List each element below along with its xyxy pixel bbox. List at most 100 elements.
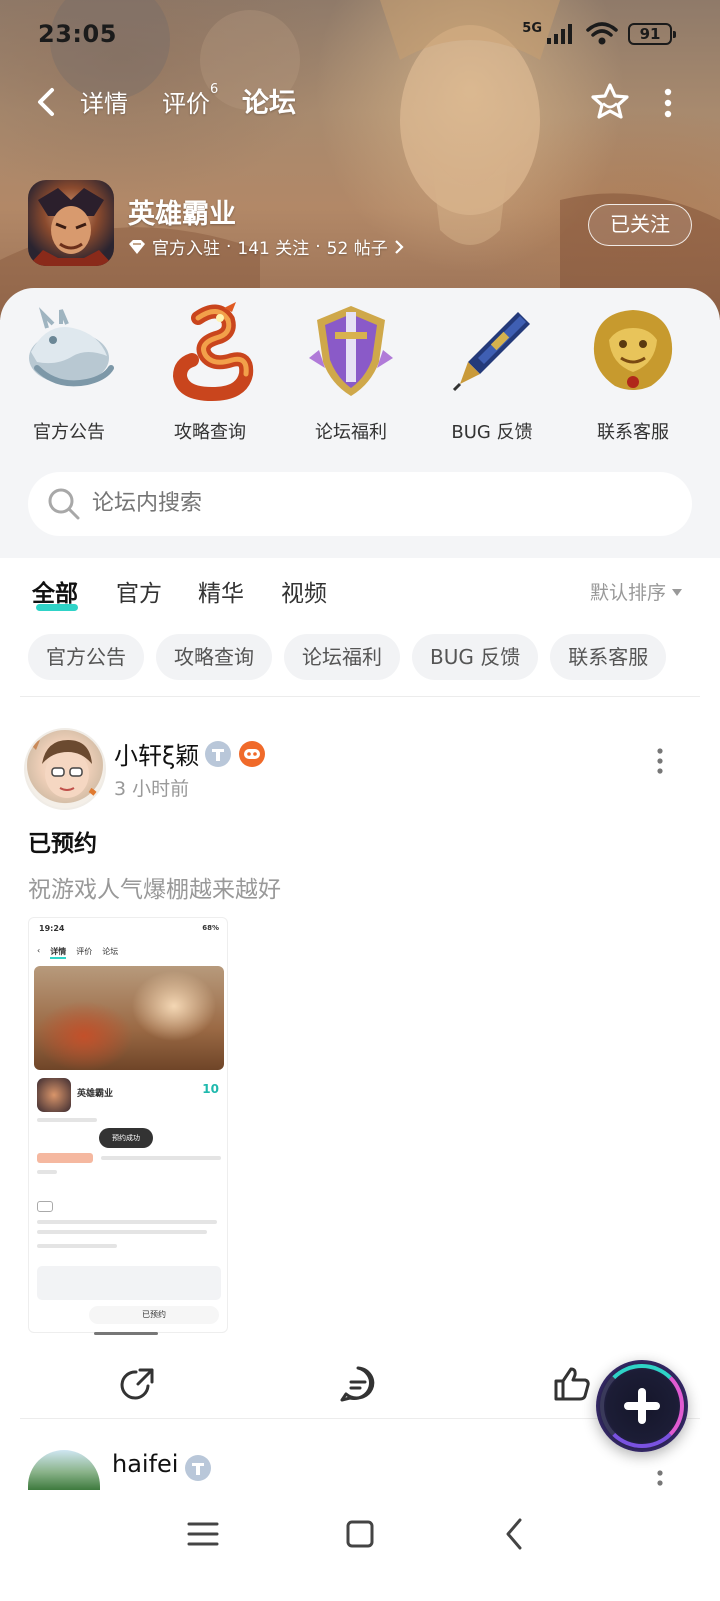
tab-review-label: 评价 — [162, 90, 210, 118]
game-header-banner: 23:05 5G 91 详情 评价6 论坛 英雄霸业 官方入驻 · 141 关注… — [0, 0, 720, 320]
screenshot-text-line — [37, 1230, 207, 1234]
chip-customer-service[interactable]: 联系客服 — [550, 634, 667, 680]
screenshot-game-name: 英雄霸业 — [77, 1089, 114, 1099]
avatar-image — [30, 740, 104, 808]
screenshot-battery: 68% — [202, 924, 219, 932]
post-body: 祝游戏人气爆棚越来越好 — [28, 877, 281, 903]
image-scroll-indicator — [94, 1332, 158, 1335]
category-bug-report[interactable]: BUG 反馈 — [427, 298, 557, 444]
post-image-screenshot[interactable]: 19:24 68% ‹ 详情 评价 论坛 英雄霸业 10 预约成功 已预约 — [28, 917, 228, 1333]
status-time: 23:05 — [38, 20, 117, 48]
avatar[interactable] — [28, 1450, 100, 1490]
sort-label: 默认排序 — [589, 582, 666, 604]
screenshot-label — [37, 1201, 53, 1212]
game-icon[interactable] — [28, 180, 114, 266]
game-name: 英雄霸业 — [128, 199, 236, 230]
game-hero-portrait — [28, 188, 114, 266]
sort-dropdown[interactable]: 默认排序 — [590, 578, 682, 605]
tab-forum[interactable]: 论坛 — [242, 81, 296, 120]
system-navigation-bar — [0, 1490, 720, 1601]
home-icon[interactable] — [340, 1514, 380, 1554]
category-announcement[interactable]: 官方公告 — [4, 298, 134, 444]
filter-featured[interactable]: 精华 — [198, 574, 244, 608]
category-chips: 官方公告 攻略查询 论坛福利 BUG 反馈 联系客服 — [28, 634, 667, 680]
screenshot-text-line — [37, 1220, 217, 1224]
tab-review[interactable]: 评价6 — [162, 82, 219, 119]
screenshot-score: 10 — [202, 1082, 219, 1096]
post-time: 3 小时前 — [114, 778, 190, 800]
screenshot-toast: 预约成功 — [99, 1128, 153, 1148]
review-count-badge: 6 — [210, 82, 219, 97]
filter-official[interactable]: 官方 — [116, 574, 162, 608]
battery-indicator: 91 — [628, 23, 676, 45]
top-navigation: 详情 评价6 论坛 — [0, 72, 720, 132]
more-menu-icon[interactable] — [656, 86, 680, 120]
category-label: 官方公告 — [33, 422, 105, 443]
chip-announcement[interactable]: 官方公告 — [28, 634, 144, 680]
golden-lion-head-icon — [593, 310, 673, 390]
chip-bug-report[interactable]: BUG 反馈 — [412, 634, 539, 680]
category-label: 联系客服 — [597, 422, 669, 443]
category-welfare[interactable]: 论坛福利 — [286, 298, 416, 444]
user-level-badge-icon — [205, 741, 231, 767]
screenshot-nav: ‹ 详情 评价 论坛 — [37, 946, 118, 959]
screenshot-tab: 详情 — [50, 946, 67, 959]
divider — [20, 696, 700, 697]
screenshot-text-box — [37, 1266, 221, 1300]
posts-count: 52 帖子 — [326, 239, 388, 259]
tab-detail[interactable]: 详情 — [80, 84, 128, 119]
screenshot-banner — [34, 966, 224, 1070]
purple-shield-sword-icon — [309, 306, 393, 396]
username[interactable]: haifei — [112, 1450, 178, 1478]
comment-icon[interactable] — [338, 1364, 378, 1404]
screenshot-reserved-button: 已预约 — [89, 1306, 219, 1324]
avatar[interactable] — [24, 728, 106, 810]
chip-welfare[interactable]: 论坛福利 — [284, 634, 400, 680]
signal-icon — [547, 24, 572, 44]
official-label: 官方入驻 — [152, 239, 220, 259]
filter-video[interactable]: 视频 — [281, 574, 327, 608]
silver-dragon-icon — [29, 307, 114, 387]
screenshot-time: 19:24 — [39, 924, 65, 933]
category-label: 攻略查询 — [174, 422, 246, 443]
diamond-icon — [129, 239, 145, 254]
status-bar: 23:05 5G 91 — [0, 0, 720, 70]
post-more-icon[interactable] — [654, 748, 666, 774]
pen-icon — [452, 312, 530, 392]
screenshot-text-line — [101, 1156, 221, 1160]
screenshot-text-line — [37, 1170, 57, 1174]
screenshot-back-icon: ‹ — [37, 946, 41, 955]
back-icon[interactable] — [496, 1514, 536, 1554]
forum-categories-panel: 官方公告 攻略查询 论坛福利 BUG 反馈 联系客服 论坛内搜索 — [0, 288, 720, 558]
user-level-badge-icon — [185, 1455, 211, 1481]
chip-guide[interactable]: 攻略查询 — [156, 634, 272, 680]
back-arrow-icon[interactable] — [30, 84, 66, 120]
followers-count: 141 关注 — [237, 239, 310, 259]
category-customer-service[interactable]: 联系客服 — [568, 298, 698, 444]
post-title: 已预约 — [28, 831, 97, 857]
screenshot-tab: 论坛 — [102, 947, 119, 956]
post-filter-tabs: 全部 官方 精华 视频 默认排序 — [0, 560, 720, 620]
network-label: 5G — [522, 20, 542, 36]
screenshot-text-line — [37, 1118, 97, 1122]
category-label: 论坛福利 — [315, 422, 387, 443]
gamer-badge-icon — [239, 741, 265, 767]
game-meta[interactable]: 官方入驻 · 141 关注 · 52 帖子 — [128, 234, 404, 259]
forum-search-bar[interactable] — [28, 472, 692, 536]
screenshot-game-icon — [37, 1078, 71, 1112]
meta-separator: · — [315, 236, 321, 257]
like-icon[interactable] — [552, 1364, 592, 1404]
filter-all[interactable]: 全部 — [32, 574, 78, 608]
screenshot-text-line — [37, 1244, 117, 1248]
favorite-star-icon[interactable] — [590, 82, 630, 122]
share-icon[interactable] — [118, 1364, 158, 1404]
plus-icon — [638, 1388, 646, 1424]
create-post-button[interactable] — [596, 1360, 688, 1452]
caret-down-icon — [672, 589, 682, 596]
recent-apps-icon[interactable] — [183, 1514, 223, 1554]
search-input[interactable] — [92, 472, 652, 536]
category-guide[interactable]: 攻略查询 — [145, 298, 275, 444]
follow-button[interactable]: 已关注 — [588, 204, 692, 246]
meta-separator: · — [226, 236, 232, 257]
username[interactable]: 小轩ξ颖 — [114, 736, 199, 771]
